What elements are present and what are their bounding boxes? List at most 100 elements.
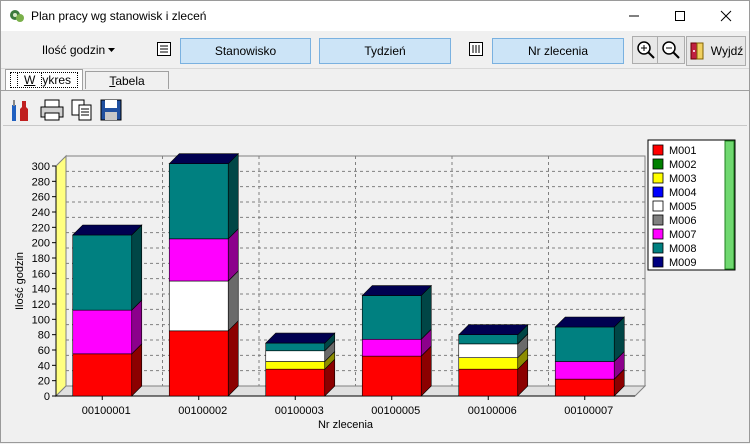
legend-scrollbar: [724, 140, 735, 270]
legend-label: M008: [669, 243, 697, 255]
legend-swatch: [652, 186, 664, 198]
app-icon: [10, 10, 24, 22]
legend-label: M005: [669, 201, 697, 213]
x-tick-label: 00100003: [275, 405, 324, 417]
exit-button[interactable]: Wyjdź: [686, 36, 746, 66]
legend-label: M001: [669, 145, 697, 157]
legend-swatch: [652, 242, 664, 254]
y-tick-label: 20: [38, 376, 50, 388]
y-tick-label: 220: [32, 222, 50, 234]
stanowisko-button[interactable]: Stanowisko: [180, 38, 311, 64]
nr-zlecenia-button[interactable]: Nr zlecenia: [492, 38, 624, 64]
tab-tabela[interactable]: Tabela: [85, 71, 169, 89]
list-icon: [157, 42, 171, 56]
x-tick-label: 00100006: [468, 405, 517, 417]
tab-wykres[interactable]: Wykres: [5, 69, 83, 90]
x-tick-label: 00100001: [82, 405, 131, 417]
bar-segment-side: [131, 224, 143, 311]
stacked-bar-chart: 0 20 40 60 80 100 120 140 160 180 200 220 240 260 280 3…: [14, 139, 736, 431]
legend-label: M009: [669, 257, 697, 269]
bar-segment: [554, 361, 615, 380]
tydzien-button[interactable]: Tydzień: [319, 38, 451, 64]
legend-swatch: [652, 200, 664, 212]
bar-segment: [265, 342, 326, 352]
y-tick-label: 60: [38, 345, 50, 357]
copy-icon[interactable]: [69, 97, 95, 123]
bar-segment: [72, 309, 133, 355]
y-tick-label: 240: [32, 207, 50, 219]
measure-dropdown-label: Ilość godzin: [41, 43, 106, 57]
legend-label: M006: [669, 215, 697, 227]
list-view-button[interactable]: [154, 39, 174, 59]
x-tick-label: 00100002: [178, 405, 227, 417]
bar-segment: [361, 338, 422, 357]
close-button[interactable]: [703, 1, 749, 31]
y-axis-label: Ilość godzin: [14, 252, 26, 310]
bar-segment: [554, 378, 615, 397]
bar-segment: [458, 357, 519, 370]
save-icon[interactable]: [98, 97, 124, 123]
bar-segment: [72, 353, 133, 397]
y-tick-label: 100: [32, 314, 50, 326]
y-tick-label: 160: [32, 268, 50, 280]
legend-swatch: [652, 228, 664, 240]
bar-segment: [168, 238, 229, 282]
bar-segment: [72, 234, 133, 311]
close-icon: [720, 10, 732, 22]
legend-swatch: [652, 158, 664, 170]
toolbar: Ilość godzin Stanowisko Tydzień Nr zlece…: [1, 32, 749, 69]
columns-view-button[interactable]: [466, 39, 486, 59]
tab-tabela-label: Tabela: [109, 73, 145, 88]
bar-segment: [168, 280, 229, 332]
legend-label: M007: [669, 229, 697, 241]
y-tick-label: 140: [32, 284, 50, 296]
bar-top: [554, 316, 625, 328]
bar-segment: [168, 163, 229, 240]
window-title: Plan pracy wg stanowisk i zleceń: [31, 9, 207, 23]
bar-segment: [458, 334, 519, 345]
exit-door-icon: [690, 42, 704, 60]
y-tick-label: 40: [38, 360, 50, 372]
y-tick-label: 280: [32, 176, 50, 188]
tab-wykres-label: Wykres: [10, 72, 78, 88]
bar-segment-side: [227, 152, 239, 240]
zoom-out-icon: [662, 41, 680, 59]
zoom-out-button[interactable]: [657, 36, 685, 64]
tab-bar: Wykres Tabela: [1, 69, 749, 91]
bar-segment: [458, 368, 519, 397]
chart-toolbar: [1, 91, 749, 125]
bar-segment: [458, 343, 519, 358]
bar-segment: [361, 295, 422, 340]
measure-dropdown[interactable]: Ilość godzin: [9, 39, 149, 61]
bar-segment-side: [227, 320, 239, 397]
minimize-button[interactable]: [611, 1, 657, 31]
title-bar[interactable]: Plan pracy wg stanowisk i zleceń: [1, 1, 749, 31]
print-icon[interactable]: [39, 97, 65, 123]
bar-top: [458, 324, 529, 335]
bar-segment-side: [227, 270, 239, 332]
chart-side-wall: [55, 154, 67, 398]
chevron-down-icon: [108, 48, 116, 52]
x-tick-label: 00100007: [564, 405, 613, 417]
zoom-in-icon: [637, 41, 655, 59]
bar-segment: [361, 355, 422, 397]
maximize-icon: [675, 11, 685, 21]
bar-segment: [168, 330, 229, 397]
legend: M001 M002 M003 M004 M005 M006 M007 M008 M009: [647, 139, 736, 271]
y-tick-label: 0: [44, 391, 50, 403]
minimize-icon: [629, 15, 639, 17]
maximize-button[interactable]: [657, 1, 703, 31]
chart-settings-icon[interactable]: [9, 97, 35, 123]
x-tick-label: 00100005: [371, 405, 420, 417]
legend-swatch: [652, 214, 664, 226]
y-tick-label: 260: [32, 192, 50, 204]
y-tick-label: 80: [38, 330, 50, 342]
bar-top: [361, 285, 432, 296]
bar-top: [72, 224, 143, 236]
legend-label: M003: [669, 173, 697, 185]
legend-label: M002: [669, 159, 697, 171]
bar-top: [265, 332, 336, 344]
exit-label: Wyjdź: [710, 44, 744, 58]
zoom-in-button[interactable]: [632, 36, 660, 64]
x-axis-label: Nr zlecenia: [318, 419, 374, 431]
